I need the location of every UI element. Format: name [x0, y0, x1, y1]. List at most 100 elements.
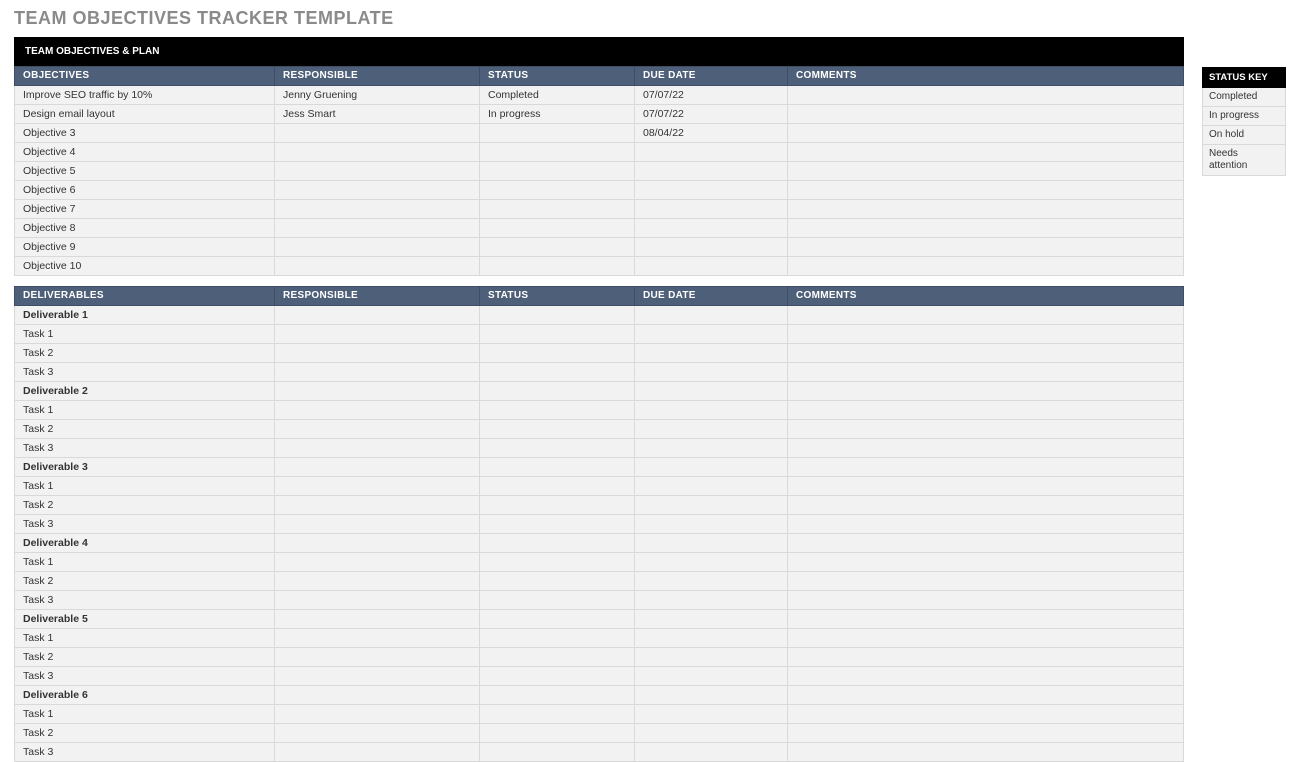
cell[interactable] [635, 572, 788, 591]
cell[interactable] [788, 553, 1184, 572]
cell[interactable] [788, 105, 1184, 124]
cell[interactable] [275, 420, 480, 439]
cell[interactable] [480, 363, 635, 382]
cell[interactable] [788, 401, 1184, 420]
cell[interactable]: 07/07/22 [635, 105, 788, 124]
cell[interactable] [635, 553, 788, 572]
cell[interactable] [275, 401, 480, 420]
cell[interactable]: Deliverable 2 [15, 382, 275, 401]
cell[interactable] [480, 667, 635, 686]
cell[interactable]: Task 1 [15, 629, 275, 648]
cell[interactable] [480, 420, 635, 439]
cell[interactable] [275, 667, 480, 686]
cell[interactable]: Task 2 [15, 496, 275, 515]
cell[interactable] [788, 420, 1184, 439]
cell[interactable] [635, 325, 788, 344]
cell[interactable] [788, 382, 1184, 401]
cell[interactable]: Task 1 [15, 553, 275, 572]
cell[interactable]: Objective 8 [15, 219, 275, 238]
cell[interactable] [788, 325, 1184, 344]
cell[interactable] [275, 439, 480, 458]
cell[interactable]: 08/04/22 [635, 124, 788, 143]
cell[interactable] [480, 591, 635, 610]
cell[interactable]: Task 1 [15, 705, 275, 724]
cell[interactable] [275, 610, 480, 629]
cell[interactable] [480, 686, 635, 705]
cell[interactable]: Improve SEO traffic by 10% [15, 86, 275, 105]
cell[interactable] [480, 458, 635, 477]
cell[interactable] [635, 629, 788, 648]
cell[interactable] [480, 724, 635, 743]
cell[interactable] [788, 686, 1184, 705]
cell[interactable] [635, 496, 788, 515]
cell[interactable] [635, 591, 788, 610]
cell[interactable]: Task 2 [15, 572, 275, 591]
cell[interactable] [635, 439, 788, 458]
cell[interactable] [635, 257, 788, 276]
cell[interactable]: Task 3 [15, 515, 275, 534]
cell[interactable]: Task 1 [15, 325, 275, 344]
cell[interactable] [788, 629, 1184, 648]
cell[interactable] [480, 477, 635, 496]
cell[interactable]: Deliverable 4 [15, 534, 275, 553]
cell[interactable] [788, 515, 1184, 534]
cell[interactable] [635, 181, 788, 200]
cell[interactable] [788, 257, 1184, 276]
cell[interactable]: Task 2 [15, 648, 275, 667]
cell[interactable] [635, 382, 788, 401]
cell[interactable] [788, 458, 1184, 477]
cell[interactable]: Deliverable 5 [15, 610, 275, 629]
cell[interactable]: Task 3 [15, 591, 275, 610]
cell[interactable] [480, 200, 635, 219]
cell[interactable]: 07/07/22 [635, 86, 788, 105]
cell[interactable] [635, 534, 788, 553]
cell[interactable] [275, 515, 480, 534]
cell[interactable]: Objective 5 [15, 162, 275, 181]
cell[interactable] [788, 496, 1184, 515]
cell[interactable]: Objective 3 [15, 124, 275, 143]
cell[interactable] [788, 439, 1184, 458]
cell[interactable] [480, 553, 635, 572]
cell[interactable] [788, 610, 1184, 629]
cell[interactable] [635, 458, 788, 477]
cell[interactable] [635, 401, 788, 420]
cell[interactable] [635, 705, 788, 724]
cell[interactable] [275, 477, 480, 496]
cell[interactable] [275, 686, 480, 705]
cell[interactable] [635, 515, 788, 534]
cell[interactable] [635, 724, 788, 743]
cell[interactable]: Objective 9 [15, 238, 275, 257]
cell[interactable] [275, 648, 480, 667]
cell[interactable] [480, 743, 635, 762]
cell[interactable]: Task 3 [15, 743, 275, 762]
cell[interactable] [480, 515, 635, 534]
cell[interactable] [788, 219, 1184, 238]
cell[interactable] [480, 648, 635, 667]
cell[interactable] [480, 238, 635, 257]
cell[interactable] [635, 306, 788, 325]
cell[interactable] [275, 219, 480, 238]
cell[interactable] [788, 86, 1184, 105]
cell[interactable] [275, 143, 480, 162]
cell[interactable]: Objective 4 [15, 143, 275, 162]
cell[interactable]: In progress [480, 105, 635, 124]
cell[interactable] [788, 162, 1184, 181]
cell[interactable] [788, 572, 1184, 591]
cell[interactable] [635, 667, 788, 686]
cell[interactable] [275, 306, 480, 325]
cell[interactable] [480, 439, 635, 458]
cell[interactable]: Task 2 [15, 344, 275, 363]
cell[interactable] [480, 382, 635, 401]
cell[interactable] [788, 306, 1184, 325]
cell[interactable] [635, 686, 788, 705]
cell[interactable] [788, 143, 1184, 162]
cell[interactable] [275, 591, 480, 610]
cell[interactable]: Objective 6 [15, 181, 275, 200]
cell[interactable] [275, 629, 480, 648]
cell[interactable] [480, 325, 635, 344]
cell[interactable] [275, 325, 480, 344]
cell[interactable] [788, 363, 1184, 382]
cell[interactable] [275, 363, 480, 382]
cell[interactable]: Task 1 [15, 477, 275, 496]
cell[interactable]: Task 2 [15, 724, 275, 743]
